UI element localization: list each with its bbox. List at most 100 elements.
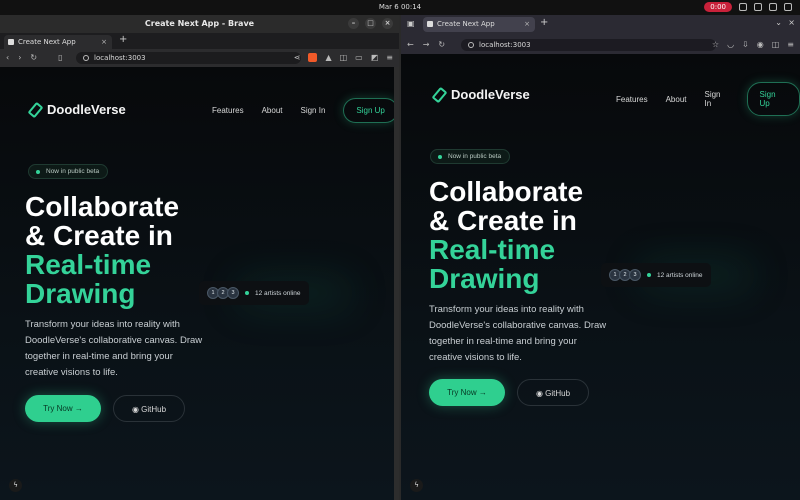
system-clock: Mar 6 00:14 bbox=[378, 3, 422, 11]
address-bar[interactable]: localhost:3003 bbox=[76, 52, 301, 64]
share-icon[interactable]: ⋖ bbox=[294, 53, 301, 62]
address-toolbar: ← → ↻ localhost:3003 ☆ ◡ ⇩ ◉ ◫ ≡ bbox=[401, 36, 800, 54]
landing-page: DoodleVerse Features About Sign In Sign … bbox=[0, 67, 399, 500]
paintbrush-icon bbox=[26, 103, 40, 117]
hero-heading: Collaborate & Create in Real-time Drawin… bbox=[429, 177, 583, 293]
favicon-icon bbox=[8, 39, 14, 45]
hero-line-3: Real-time bbox=[429, 234, 556, 265]
brand-name: DoodleVerse bbox=[47, 102, 126, 117]
beta-badge: Now in public beta bbox=[430, 149, 511, 164]
menu-icon[interactable]: ≡ bbox=[386, 53, 393, 62]
next-dev-indicator-icon[interactable]: ϟ bbox=[9, 479, 22, 492]
try-now-label: Try Now bbox=[43, 404, 73, 413]
try-now-button[interactable]: Try Now → bbox=[25, 395, 101, 422]
signup-button[interactable]: Sign Up bbox=[343, 98, 398, 123]
online-dot-icon bbox=[647, 273, 651, 277]
avatar-stack: 1 2 3 bbox=[609, 269, 641, 281]
bluetooth-icon[interactable] bbox=[754, 3, 762, 11]
github-button[interactable]: ◉ GitHub bbox=[517, 379, 589, 406]
brave-shields-icon[interactable] bbox=[308, 53, 318, 62]
bookmark-star-icon[interactable]: ☆ bbox=[712, 40, 719, 49]
recording-indicator[interactable]: 0:00 bbox=[704, 2, 732, 12]
hero-line-2: & Create in bbox=[25, 220, 173, 251]
online-dot-icon bbox=[245, 291, 249, 295]
firefox-view-icon[interactable]: ▣ bbox=[407, 19, 415, 28]
back-icon[interactable]: ‹ bbox=[6, 53, 9, 62]
tab-close-icon[interactable]: × bbox=[524, 17, 530, 32]
reload-icon[interactable]: ↻ bbox=[30, 53, 37, 62]
battery-icon[interactable] bbox=[784, 3, 792, 11]
tab-title: Create Next App bbox=[18, 38, 76, 46]
github-label: GitHub bbox=[545, 389, 571, 398]
next-dev-indicator-icon[interactable]: ϟ bbox=[410, 479, 423, 492]
hero-heading: Collaborate & Create in Real-time Drawin… bbox=[25, 192, 179, 308]
volume-icon[interactable] bbox=[769, 3, 777, 11]
back-icon[interactable]: ← bbox=[407, 40, 414, 49]
hero-line-4: Drawing bbox=[25, 278, 136, 309]
new-tab-icon[interactable]: + bbox=[119, 34, 127, 45]
nav-signin[interactable]: Sign In bbox=[704, 90, 728, 108]
browser-tab[interactable]: Create Next App × bbox=[423, 17, 535, 32]
tab-title: Create Next App bbox=[437, 20, 495, 28]
forward-icon[interactable]: › bbox=[18, 53, 21, 62]
nav-about[interactable]: About bbox=[666, 95, 687, 104]
beta-badge: Now in public beta bbox=[28, 164, 109, 179]
paintbrush-icon bbox=[430, 88, 444, 102]
arrow-right-icon: → bbox=[74, 404, 83, 413]
reload-icon[interactable]: ↻ bbox=[438, 40, 445, 49]
close-icon[interactable]: × bbox=[788, 18, 795, 27]
url-text: localhost:3003 bbox=[94, 54, 146, 62]
online-artists-card: 1 2 3 12 artists online bbox=[199, 281, 309, 305]
hero-line-1: Collaborate bbox=[25, 191, 180, 222]
nav-buttons: ‹ › ↻ ▯ bbox=[6, 53, 63, 62]
system-top-bar: Mar 6 00:14 0:00 bbox=[0, 0, 800, 15]
github-button[interactable]: ◉ GitHub bbox=[113, 395, 185, 422]
tab-list-icon[interactable]: ⌄ bbox=[775, 18, 782, 27]
hero-line-3: Real-time bbox=[25, 249, 152, 280]
site-nav: Features About Sign In Sign Up bbox=[212, 98, 398, 123]
wallet-icon[interactable]: ◩ bbox=[371, 53, 379, 62]
hero-description: Transform your ideas into reality with D… bbox=[429, 304, 607, 363]
browser-tools: ⋖ ▲ ◫ ▭ ◩ ≡ bbox=[294, 53, 393, 62]
brand-logo[interactable]: DoodleVerse bbox=[430, 87, 530, 102]
pocket-icon[interactable]: ◡ bbox=[727, 40, 734, 49]
nav-features[interactable]: Features bbox=[616, 95, 648, 104]
browser-tab[interactable]: Create Next App × bbox=[4, 35, 112, 49]
firefox-window: ▣ Create Next App × + ⌄ × ← → ↻ localhos… bbox=[401, 15, 800, 500]
close-icon[interactable]: × bbox=[382, 18, 393, 29]
cta-group: Try Now → ◉ GitHub bbox=[25, 395, 185, 422]
nav-features[interactable]: Features bbox=[212, 106, 244, 115]
tab-close-icon[interactable]: × bbox=[101, 35, 107, 49]
extensions-icon[interactable]: ◫ bbox=[772, 40, 780, 49]
address-bar[interactable]: localhost:3003 bbox=[461, 39, 716, 51]
maximize-icon[interactable]: □ bbox=[365, 18, 376, 29]
url-text: localhost:3003 bbox=[479, 41, 531, 49]
bookmark-icon[interactable]: ▯ bbox=[58, 53, 62, 62]
extensions-icon[interactable]: ◫ bbox=[340, 53, 348, 62]
try-now-label: Try Now bbox=[447, 388, 477, 397]
github-icon: ◉ bbox=[131, 405, 139, 414]
menu-icon[interactable]: ≡ bbox=[787, 40, 794, 49]
browser-tools: ☆ ◡ ⇩ ◉ ◫ ≡ bbox=[712, 40, 794, 49]
nav-about[interactable]: About bbox=[262, 106, 283, 115]
nav-signin[interactable]: Sign In bbox=[300, 106, 325, 115]
downloads-icon[interactable]: ⇩ bbox=[742, 40, 749, 49]
window-title: Create Next App - Brave bbox=[144, 19, 255, 28]
brand-name: DoodleVerse bbox=[451, 87, 530, 102]
account-icon[interactable]: ◉ bbox=[757, 40, 764, 49]
signup-button[interactable]: Sign Up bbox=[746, 82, 800, 116]
hero-line-4: Drawing bbox=[429, 263, 540, 294]
brave-window: Create Next App - Brave – □ × Create Nex… bbox=[0, 15, 399, 500]
try-now-button[interactable]: Try Now → bbox=[429, 379, 505, 406]
new-tab-icon[interactable]: + bbox=[540, 17, 548, 28]
site-info-icon[interactable] bbox=[83, 55, 89, 61]
wifi-icon[interactable] bbox=[739, 3, 747, 11]
minimize-icon[interactable]: – bbox=[348, 18, 359, 29]
sidebar-icon[interactable]: ▭ bbox=[355, 53, 363, 62]
forward-icon[interactable]: → bbox=[423, 40, 430, 49]
site-info-icon[interactable] bbox=[468, 42, 474, 48]
rewards-icon[interactable]: ▲ bbox=[325, 53, 331, 62]
avatar: 3 bbox=[227, 287, 239, 299]
brand-logo[interactable]: DoodleVerse bbox=[26, 102, 126, 117]
landing-page: DoodleVerse Features About Sign In Sign … bbox=[401, 54, 800, 500]
